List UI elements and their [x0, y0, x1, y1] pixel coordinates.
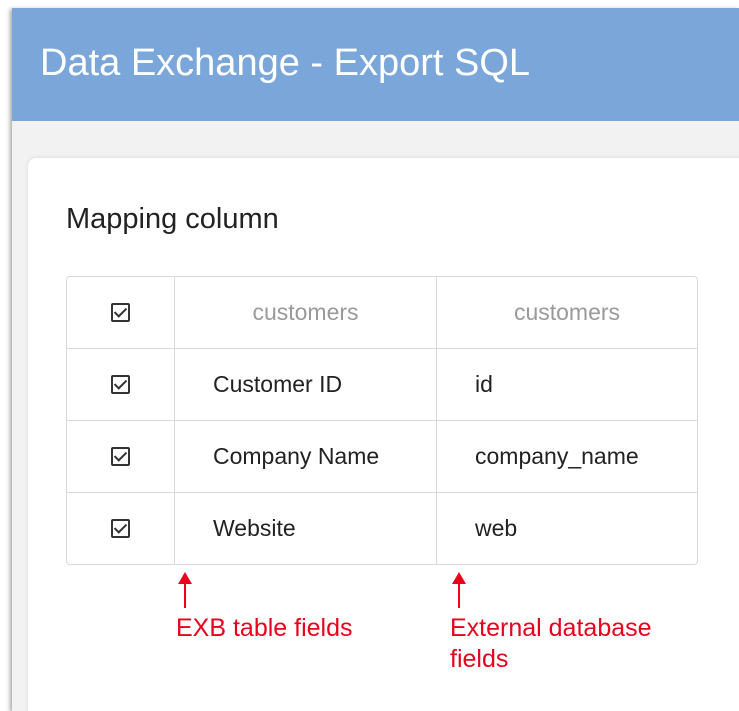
external-field-cell[interactable]: id [437, 349, 697, 420]
row-checkbox-cell [67, 493, 175, 564]
table-header-row: customers customers [67, 277, 697, 348]
exb-field-cell: Company Name [175, 421, 437, 492]
exb-field-cell: Customer ID [175, 349, 437, 420]
exb-arrow-icon [178, 572, 192, 608]
external-table-header: customers [513, 299, 621, 325]
table-row: Website web [67, 492, 697, 564]
exb-fields-annotation: EXB table fields [176, 614, 353, 642]
header-checkbox-cell [67, 277, 175, 348]
section-title: Mapping column [66, 203, 279, 235]
table-row: Customer ID id [67, 348, 697, 420]
external-arrow-icon [452, 572, 466, 608]
page-title: Data Exchange - Export SQL [40, 42, 531, 84]
row-checkbox-cell [67, 421, 175, 492]
app-window: Data Exchange - Export SQL Mapping colum… [12, 8, 739, 711]
select-all-checkbox[interactable] [111, 303, 130, 322]
exb-table-header: customers [175, 277, 437, 348]
table-row: Company Name company_name [67, 420, 697, 492]
exb-field-cell: Website [175, 493, 437, 564]
external-field-cell[interactable]: web [437, 493, 697, 564]
row-checkbox[interactable] [111, 519, 130, 538]
mapping-table: customers customers Customer ID id Compa… [66, 276, 698, 565]
row-checkbox-cell [67, 349, 175, 420]
page-header: Data Exchange - Export SQL [12, 8, 739, 121]
external-fields-annotation-line2: fields [450, 645, 509, 673]
external-field-cell[interactable]: company_name [437, 421, 697, 492]
external-fields-annotation-line1: External database [450, 614, 652, 642]
row-checkbox[interactable] [111, 375, 130, 394]
row-checkbox[interactable] [111, 447, 130, 466]
